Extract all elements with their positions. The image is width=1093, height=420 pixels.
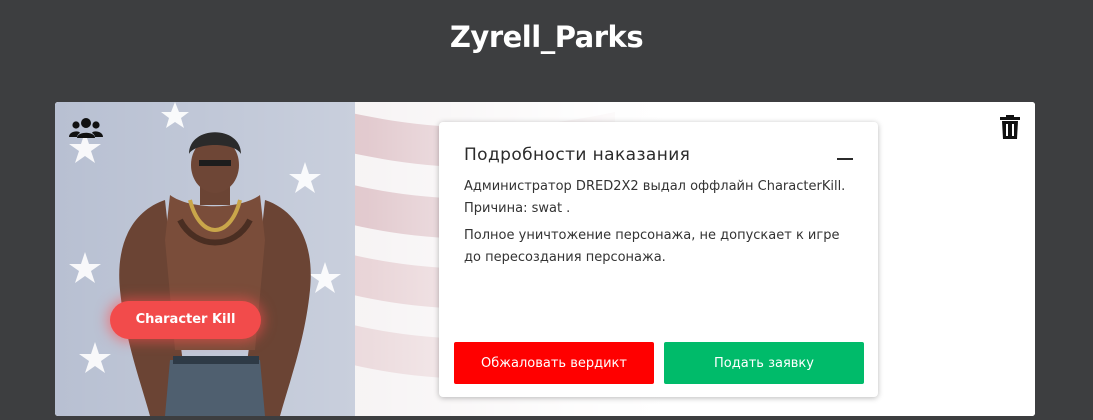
page-title: Zyrell_Parks — [449, 20, 644, 54]
panel-title: Подробности наказания — [464, 145, 691, 165]
profile-card: Character Kill Подробности наказания Адм… — [55, 102, 1035, 416]
punishment-details-panel: Подробности наказания Администратор DRED… — [439, 122, 878, 397]
submit-application-button[interactable]: Подать заявку — [664, 342, 864, 384]
character-avatar — [119, 132, 311, 416]
minus-icon[interactable] — [837, 158, 853, 160]
status-badge: Character Kill — [110, 301, 261, 339]
punishment-description: Полное уничтожение персонажа, не допуска… — [464, 228, 840, 265]
punishment-message: Администратор DRED2X2 выдал оффлайн Char… — [464, 179, 846, 216]
appeal-verdict-button[interactable]: Обжаловать вердикт — [454, 342, 654, 384]
trash-icon[interactable] — [1000, 115, 1020, 139]
